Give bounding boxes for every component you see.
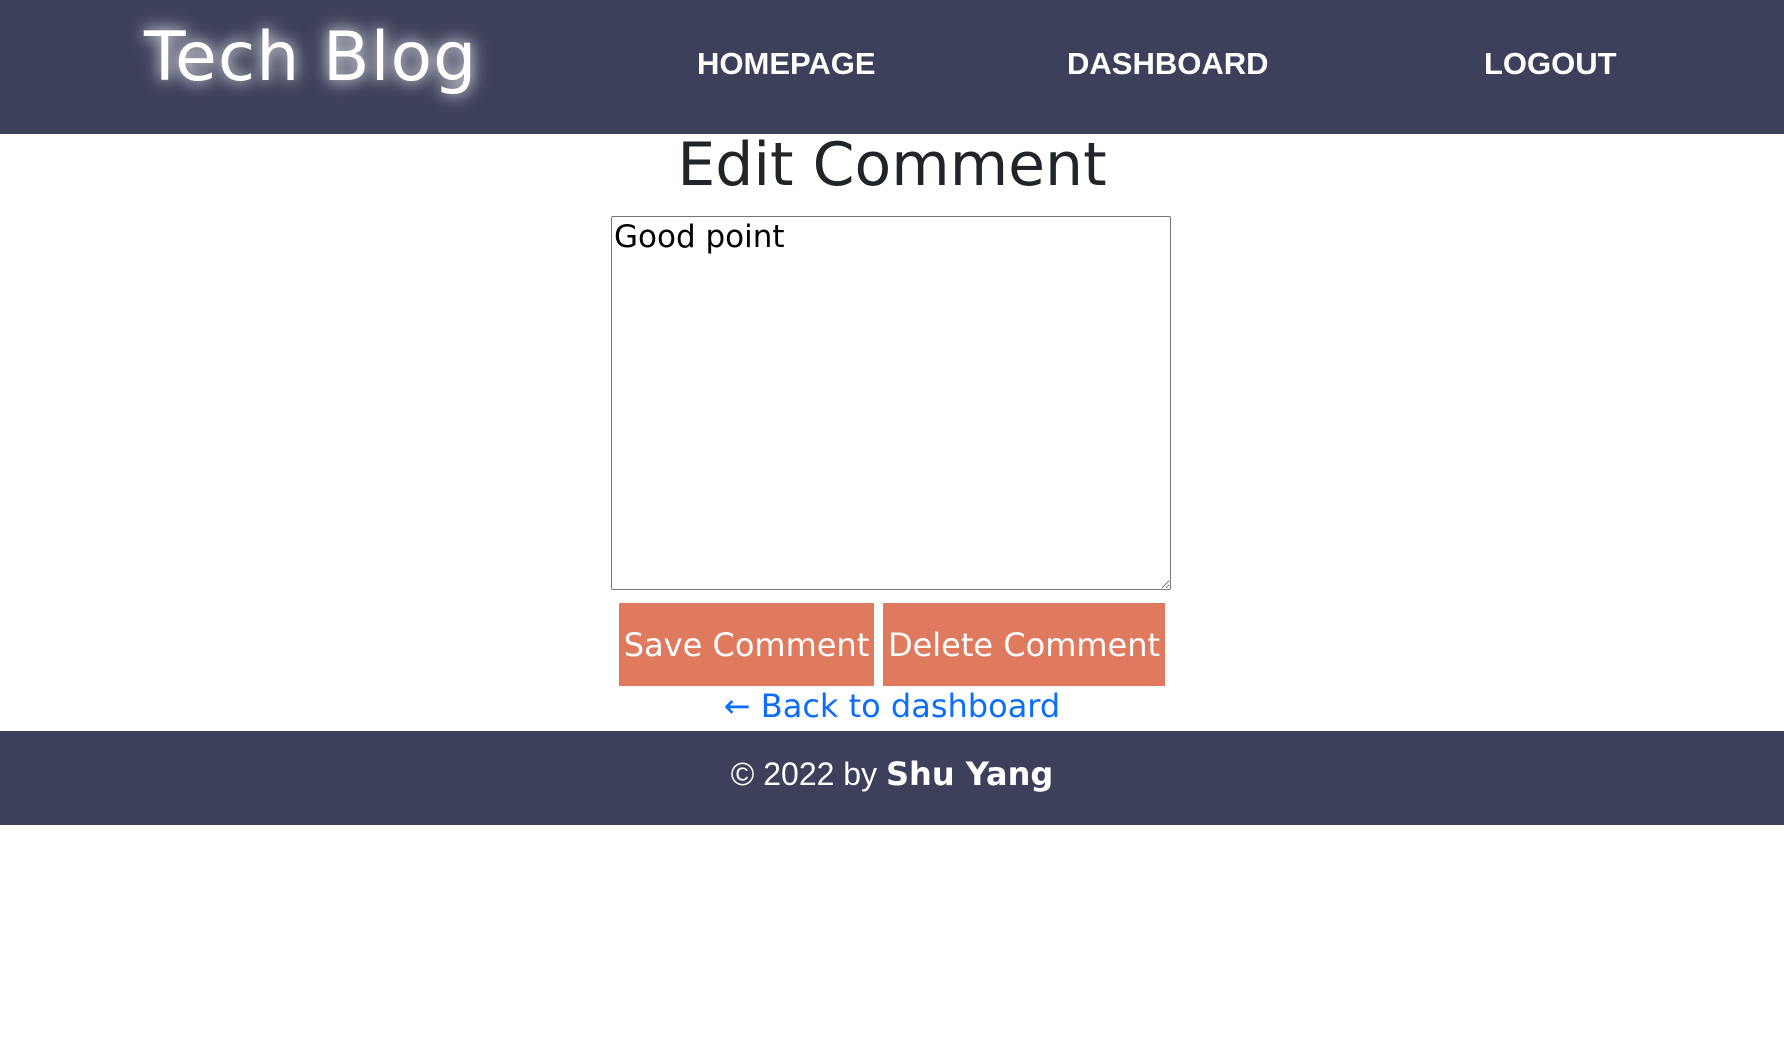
comment-textarea[interactable]: Good point [611,216,1171,590]
nav-logout-link[interactable]: LOGOUT [1484,46,1617,82]
site-logo[interactable]: Tech Blog [144,18,477,97]
nav-dashboard-link[interactable]: DASHBOARD [1067,46,1269,82]
site-header: Tech Blog HOMEPAGE DASHBOARD LOGOUT [0,0,1784,134]
back-to-dashboard-link[interactable]: ← Back to dashboard [0,687,1784,725]
footer-prefix: © 2022 by [730,756,878,792]
arrow-left-icon: ← [723,687,751,725]
save-comment-button[interactable]: Save Comment [619,603,874,686]
delete-comment-button[interactable]: Delete Comment [883,603,1165,686]
back-link-label: Back to dashboard [760,687,1061,725]
page-title: Edit Comment [677,130,1107,200]
site-footer: © 2022 by Shu Yang [0,731,1784,825]
nav-homepage-link[interactable]: HOMEPAGE [697,46,876,82]
footer-author: Shu Yang [885,755,1054,793]
footer-copyright: © 2022 by Shu Yang [0,755,1784,793]
